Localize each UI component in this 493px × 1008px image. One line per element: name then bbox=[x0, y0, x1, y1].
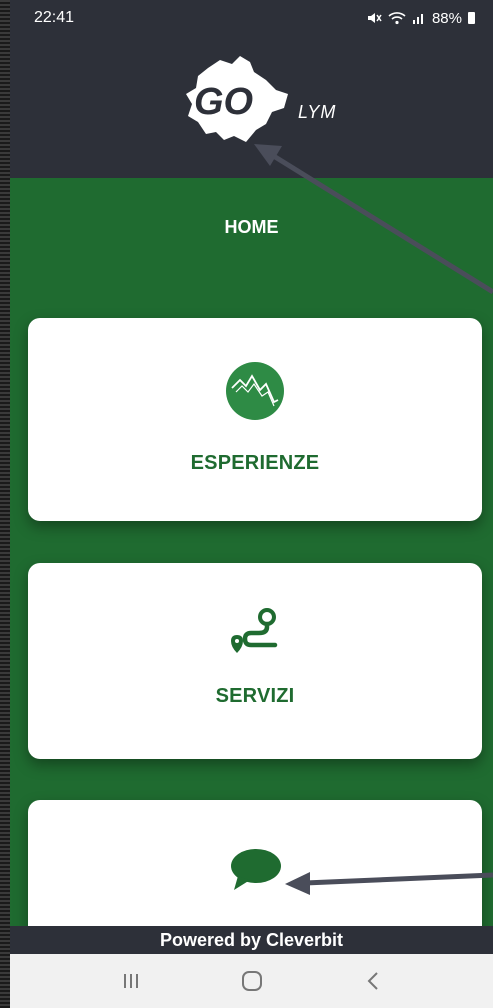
back-icon bbox=[367, 972, 378, 990]
esperienze-label: ESPERIENZE bbox=[190, 452, 320, 474]
battery-icon bbox=[468, 12, 475, 24]
screen-edge-strip bbox=[0, 0, 10, 1008]
mountain-icon bbox=[226, 362, 284, 420]
app-logo[interactable]: GO LYM bbox=[180, 50, 350, 150]
svg-text:GO: GO bbox=[194, 81, 253, 123]
status-bar: 22:41 88% bbox=[10, 0, 493, 36]
servizi-label: SERVIZI bbox=[215, 685, 295, 707]
footer: Powered by Cleverbit bbox=[10, 926, 493, 954]
servizi-card[interactable]: SERVIZI bbox=[28, 563, 482, 759]
phone-screen: 22:41 88% GO LYM HOME ESPERIENZE SERVIZI… bbox=[10, 0, 493, 1008]
chat-bubble-icon bbox=[231, 849, 281, 890]
status-time: 22:41 bbox=[34, 9, 75, 26]
mute-icon bbox=[367, 13, 382, 23]
wifi-icon bbox=[388, 12, 406, 25]
esperienze-card[interactable]: ESPERIENZE bbox=[28, 318, 482, 521]
region-map-logo-icon: GO bbox=[186, 56, 288, 142]
app-header: GO LYM bbox=[10, 36, 493, 178]
back-button[interactable] bbox=[353, 961, 393, 1001]
chat-card[interactable] bbox=[28, 800, 482, 940]
page-title: HOME bbox=[224, 217, 279, 237]
home-button[interactable] bbox=[232, 961, 272, 1001]
status-icons: 88% bbox=[366, 10, 475, 27]
footer-text: Powered by Cleverbit bbox=[159, 929, 344, 950]
route-icon bbox=[231, 608, 278, 653]
logo-suffix: LYM bbox=[298, 102, 337, 122]
recents-button[interactable] bbox=[111, 961, 151, 1001]
home-icon bbox=[241, 971, 262, 991]
battery-level: 88% bbox=[431, 9, 462, 27]
signal-icon bbox=[412, 14, 423, 24]
system-nav-bar bbox=[10, 954, 493, 1008]
recents-icon bbox=[123, 974, 138, 988]
